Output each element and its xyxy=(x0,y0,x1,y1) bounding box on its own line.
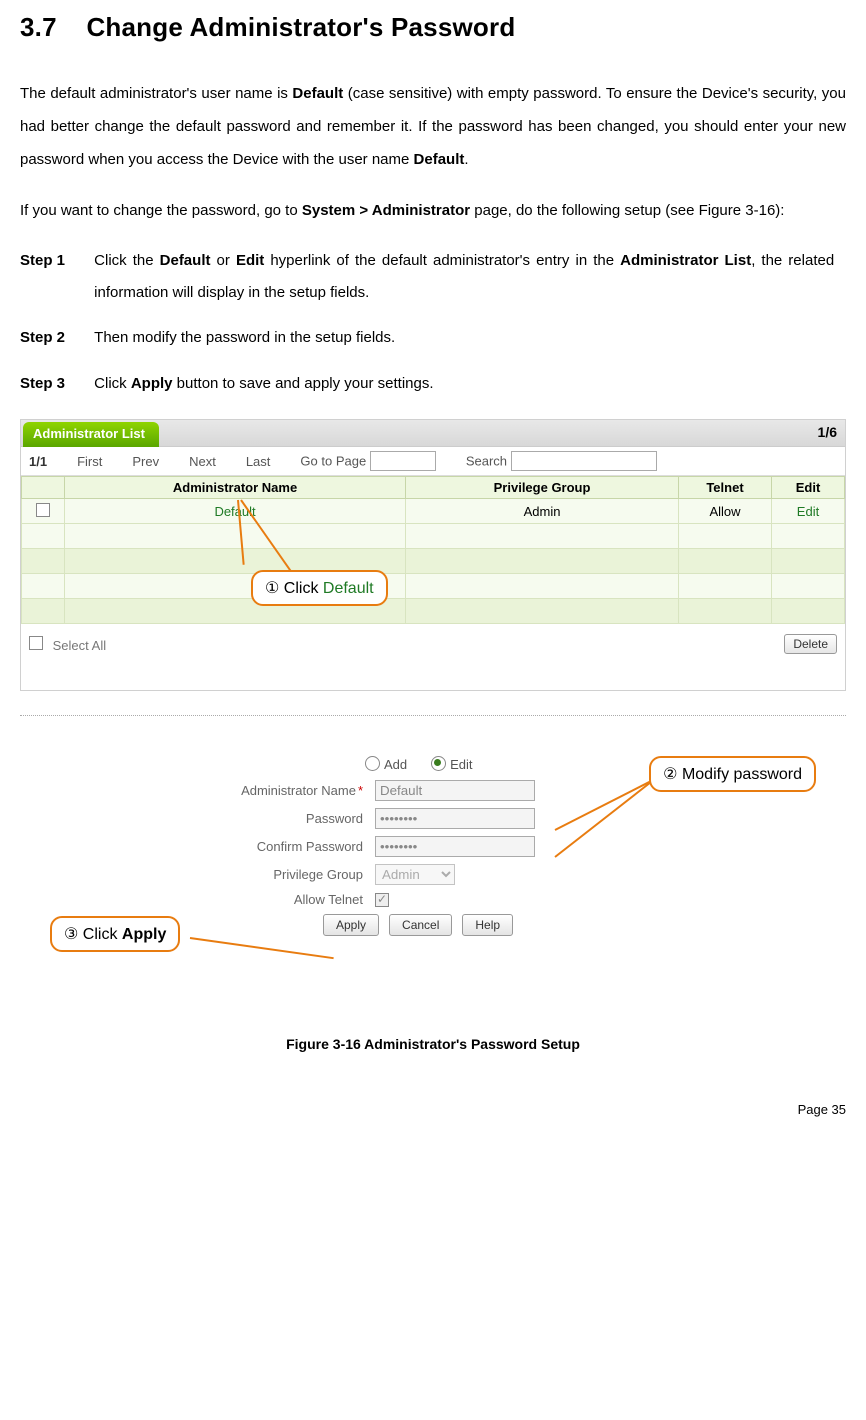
col-edit: Edit xyxy=(772,477,845,499)
help-button[interactable]: Help xyxy=(462,914,513,936)
paragraph-1: The default administrator's user name is… xyxy=(20,77,846,176)
paragraph-2: If you want to change the password, go t… xyxy=(20,194,846,227)
page-indicator: 1/1 xyxy=(29,454,47,469)
cell-telnet: Allow xyxy=(679,499,772,524)
label-allow-telnet: Allow Telnet xyxy=(183,892,375,907)
section-heading: 3.7 Change Administrator's Password xyxy=(20,12,846,43)
allow-telnet-checkbox[interactable]: ✓ xyxy=(375,893,389,907)
goto-page: Go to Page xyxy=(300,451,435,471)
search-area: Search xyxy=(466,451,657,471)
label-confirm-password: Confirm Password xyxy=(183,839,375,854)
row-password: Password xyxy=(183,808,683,829)
col-group: Privilege Group xyxy=(406,477,679,499)
section-title-text: Change Administrator's Password xyxy=(86,12,515,42)
admin-list-screenshot: Administrator List 1/6 1/1 First Prev Ne… xyxy=(20,419,846,691)
apply-button[interactable]: Apply xyxy=(323,914,379,936)
form-screenshot-wrapper: Add Edit Administrator Name Password Con… xyxy=(20,756,846,1006)
radio-icon xyxy=(365,756,380,771)
section-number: 3.7 xyxy=(20,12,57,42)
callout-pointer xyxy=(190,937,334,959)
list-toolbar: 1/1 First Prev Next Last Go to Page Sear… xyxy=(21,447,845,476)
select-all-checkbox[interactable] xyxy=(29,636,43,650)
step-3-label: Step 3 xyxy=(20,368,90,400)
col-name: Administrator Name xyxy=(65,477,406,499)
nav-last[interactable]: Last xyxy=(246,454,271,469)
check-icon: ✓ xyxy=(377,892,387,906)
callout-click-apply: ③ Click Apply xyxy=(50,916,180,952)
page-number: Page 35 xyxy=(20,1102,846,1117)
row-admin-name: Administrator Name xyxy=(183,780,683,801)
tab-header: Administrator List 1/6 xyxy=(21,420,845,447)
radio-icon xyxy=(431,756,446,771)
delete-button[interactable]: Delete xyxy=(784,634,837,654)
step-2-text: Then modify the password in the setup fi… xyxy=(94,322,834,354)
callout-modify-password: ② Modify password xyxy=(649,756,816,792)
table-row: Default Admin Allow Edit xyxy=(22,499,845,524)
edit-radio[interactable]: Edit xyxy=(431,756,472,772)
admin-table: Administrator Name Privilege Group Telne… xyxy=(21,476,845,624)
row-checkbox[interactable] xyxy=(36,503,50,517)
password-field[interactable] xyxy=(375,808,535,829)
step-1-label: Step 1 xyxy=(20,245,90,277)
figure-caption: Figure 3-16 Administrator's Password Set… xyxy=(20,1036,846,1052)
table-row xyxy=(22,524,845,549)
list-footer: Select All Delete xyxy=(21,624,845,664)
search-input[interactable] xyxy=(511,451,657,471)
step-3: Step 3 Click Apply button to save and ap… xyxy=(20,368,846,400)
nav-first[interactable]: First xyxy=(77,454,102,469)
row-allow-telnet: Allow Telnet ✓ xyxy=(183,892,683,907)
cancel-button[interactable]: Cancel xyxy=(389,914,452,936)
confirm-password-field[interactable] xyxy=(375,836,535,857)
intro-block: The default administrator's user name is… xyxy=(20,77,846,227)
mode-radios: Add Edit xyxy=(183,756,683,772)
cell-group: Admin xyxy=(406,499,679,524)
select-all[interactable]: Select All xyxy=(29,636,106,653)
step-2-label: Step 2 xyxy=(20,322,90,354)
row-priv-group: Privilege Group Admin xyxy=(183,864,683,885)
goto-input[interactable] xyxy=(370,451,436,471)
admin-edit-form: Add Edit Administrator Name Password Con… xyxy=(183,756,683,936)
step-1-text: Click the Default or Edit hyperlink of t… xyxy=(94,245,834,308)
label-password: Password xyxy=(183,811,375,826)
nav-prev[interactable]: Prev xyxy=(132,454,159,469)
form-buttons: Apply Cancel Help xyxy=(323,914,683,936)
nav-next[interactable]: Next xyxy=(189,454,216,469)
edit-link[interactable]: Edit xyxy=(797,504,819,519)
table-row xyxy=(22,599,845,624)
table-header-row: Administrator Name Privilege Group Telne… xyxy=(22,477,845,499)
row-confirm-password: Confirm Password xyxy=(183,836,683,857)
step-2: Step 2 Then modify the password in the s… xyxy=(20,322,846,354)
label-priv-group: Privilege Group xyxy=(183,867,375,882)
callout-click-default: ① Click Default xyxy=(251,570,388,606)
section-divider xyxy=(20,715,846,716)
table-row xyxy=(22,549,845,574)
table-row xyxy=(22,574,845,599)
col-telnet: Telnet xyxy=(679,477,772,499)
step-1: Step 1 Click the Default or Edit hyperli… xyxy=(20,245,846,308)
step-3-text: Click Apply button to save and apply you… xyxy=(94,368,834,400)
admin-list-tab[interactable]: Administrator List xyxy=(23,422,159,447)
admin-name-field[interactable] xyxy=(375,780,535,801)
add-radio[interactable]: Add xyxy=(365,756,407,772)
record-counter: 1/6 xyxy=(818,424,837,440)
priv-group-select[interactable]: Admin xyxy=(375,864,455,885)
label-admin-name: Administrator Name xyxy=(183,783,375,798)
